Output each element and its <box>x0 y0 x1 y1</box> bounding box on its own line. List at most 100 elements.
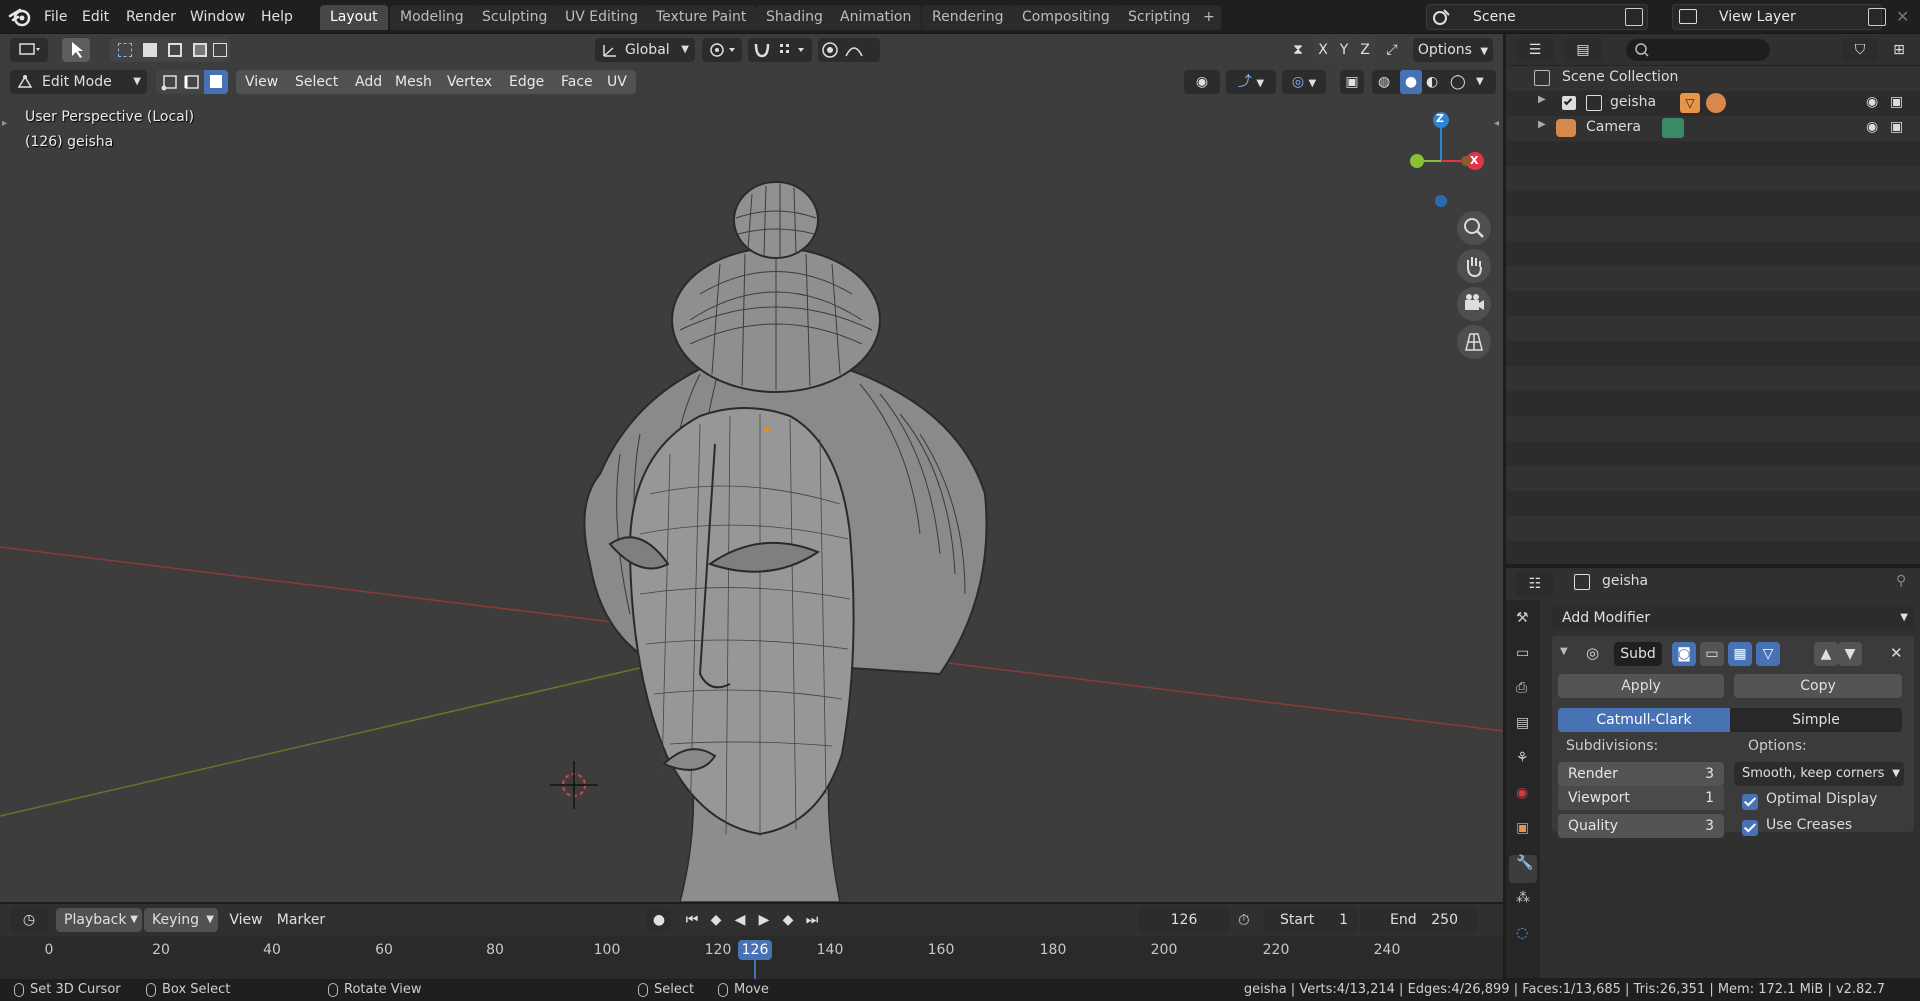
overlays-toggle[interactable]: ◎ ▼ <box>1282 70 1326 94</box>
record-icon[interactable]: ● <box>647 908 671 932</box>
visibility-eye-icon[interactable]: ◉ <box>1866 119 1878 135</box>
exclude-checkbox[interactable] <box>1562 96 1576 110</box>
show-render-icon[interactable]: ▽ <box>1756 642 1780 666</box>
outliner-row-geisha[interactable]: ▶ geisha ▽ ◉ ▣ <box>1506 91 1920 116</box>
expand-arrow-icon[interactable]: ▶ <box>1538 119 1546 130</box>
visibility-dropdown[interactable]: ◉ <box>1184 70 1220 94</box>
menu-face[interactable]: Face <box>552 70 602 94</box>
options-dropdown[interactable]: Options ▼ <box>1413 38 1493 62</box>
simple-button[interactable]: Simple <box>1730 708 1902 732</box>
proportional-editing-controls[interactable] <box>818 38 880 62</box>
expand-arrow-icon[interactable]: ▶ <box>1538 94 1546 105</box>
select-box-subtract-icon[interactable] <box>168 43 182 57</box>
new-scene-icon[interactable] <box>1625 8 1643 26</box>
face-select-icon[interactable] <box>204 70 228 94</box>
render-tab-icon[interactable]: ▭ <box>1509 645 1537 673</box>
copy-button[interactable]: Copy <box>1734 674 1902 698</box>
tab-modeling[interactable]: Modeling <box>390 5 474 30</box>
tab-layout[interactable]: Layout <box>320 5 388 30</box>
select-box-invert-icon[interactable] <box>193 43 207 57</box>
mesh-data-icon[interactable] <box>1706 93 1726 113</box>
tab-texture-paint[interactable]: Texture Paint <box>646 5 757 30</box>
tab-rendering[interactable]: Rendering <box>922 5 1014 30</box>
view-layer-tab-icon[interactable]: ▤ <box>1509 715 1537 743</box>
3d-viewport[interactable]: Z X Global ▼ ⧗ X Y Z ⤢ Options ▼ Edit Mo… <box>0 34 1503 902</box>
move-down-icon[interactable]: ▼ <box>1838 642 1862 666</box>
material-shading-icon[interactable]: ◐ <box>1426 70 1438 94</box>
editor-type-button[interactable] <box>10 38 48 62</box>
mirror-icon[interactable]: ⧗ <box>1286 38 1310 62</box>
rendered-shading-icon[interactable]: ◯ <box>1450 70 1466 94</box>
camera-data-icon[interactable] <box>1662 118 1684 138</box>
jump-start-icon[interactable]: ⏮ <box>680 908 704 932</box>
menu-render[interactable]: Render <box>126 6 176 28</box>
collapse-arrow-icon[interactable]: ▼ <box>1560 646 1568 657</box>
editmode-cage-icon[interactable]: ◙ <box>1672 642 1696 666</box>
tool-tab-icon[interactable]: ⚒ <box>1509 610 1537 638</box>
auto-merge-icon[interactable]: ⤢ <box>1380 38 1404 62</box>
gizmo-z-label[interactable]: Z <box>1436 112 1444 125</box>
modifier-icon[interactable]: ▽ <box>1680 93 1700 113</box>
zoom-icon[interactable] <box>1457 211 1491 245</box>
timeline-marker-menu[interactable]: Marker <box>274 908 328 932</box>
play-icon[interactable]: ▶ <box>752 908 776 932</box>
menu-file[interactable]: File <box>44 6 67 28</box>
world-tab-icon[interactable]: ◉ <box>1509 785 1537 813</box>
tab-sculpting[interactable]: Sculpting <box>472 5 558 30</box>
remove-view-layer-icon[interactable]: ✕ <box>1896 8 1914 26</box>
viewport-levels-field[interactable]: Viewport 1 <box>1558 786 1724 810</box>
toolbar-expand-icon[interactable]: ▸ <box>2 118 7 129</box>
menu-add[interactable]: Add <box>346 70 392 94</box>
shading-mode-buttons[interactable]: ◍ ● ◐ ◯ ▼ <box>1372 70 1496 94</box>
select-tool-button[interactable] <box>62 38 90 62</box>
play-reverse-icon[interactable]: ◀ <box>728 908 752 932</box>
render-levels-field[interactable]: Render 3 <box>1558 762 1724 786</box>
render-camera-icon[interactable]: ▣ <box>1890 119 1903 135</box>
gizmo-toggle[interactable]: ⤴ ▼ <box>1226 70 1276 94</box>
next-keyframe-icon[interactable]: ◆ <box>776 908 800 932</box>
playback-dropdown[interactable]: Playback ▼ <box>56 908 142 932</box>
new-collection-icon[interactable]: ⊞ <box>1886 38 1912 62</box>
outliner-search-input[interactable] <box>1626 39 1770 61</box>
tab-animation[interactable]: Animation <box>830 5 922 30</box>
add-modifier-dropdown[interactable]: Add Modifier ▼ <box>1552 606 1914 630</box>
outliner-row-scene-collection[interactable]: Scene Collection <box>1506 66 1920 91</box>
perspective-toggle-icon[interactable] <box>1457 325 1491 359</box>
tab-scripting[interactable]: Scripting <box>1118 5 1201 30</box>
output-tab-icon[interactable]: ⎙ <box>1509 680 1537 708</box>
tab-compositing[interactable]: Compositing <box>1012 5 1120 30</box>
scene-tab-icon[interactable]: ⚘ <box>1509 750 1537 778</box>
apply-button[interactable]: Apply <box>1558 674 1724 698</box>
tab-uv-editing[interactable]: UV Editing <box>555 5 649 30</box>
outliner-row-camera[interactable]: ▶ Camera ◉ ▣ <box>1506 116 1920 141</box>
mode-dropdown[interactable]: Edit Mode ▼ <box>10 70 147 94</box>
optimal-display-checkbox[interactable] <box>1742 794 1758 810</box>
new-view-layer-icon[interactable] <box>1868 8 1886 26</box>
solid-shading-icon[interactable]: ● <box>1400 70 1422 94</box>
display-mode-dropdown[interactable]: ▤ <box>1564 38 1602 62</box>
keying-dropdown[interactable]: Keying ▼ <box>144 908 218 932</box>
mirror-x-toggle[interactable]: X <box>1313 38 1333 62</box>
snap-controls[interactable] <box>748 38 812 62</box>
jump-end-icon[interactable]: ⏭ <box>800 908 824 932</box>
camera-view-icon[interactable] <box>1457 287 1491 321</box>
outliner-editor-type-button[interactable]: ☰ <box>1516 38 1554 62</box>
menu-window[interactable]: Window <box>190 6 245 28</box>
transform-orientation-dropdown[interactable]: Global ▼ <box>595 38 695 62</box>
gizmo-x-label[interactable]: X <box>1470 154 1478 167</box>
select-box-new-icon[interactable] <box>118 43 132 57</box>
mirror-z-toggle[interactable]: Z <box>1355 38 1375 62</box>
render-camera-icon[interactable]: ▣ <box>1890 94 1903 110</box>
menu-uv[interactable]: UV <box>598 70 636 94</box>
select-mode-buttons[interactable] <box>110 38 230 62</box>
playhead[interactable]: 126 <box>738 940 772 960</box>
show-editmode-icon[interactable]: ▦ <box>1728 642 1752 666</box>
pan-hand-icon[interactable] <box>1457 249 1491 283</box>
start-frame-field[interactable]: Start 1 <box>1264 908 1358 932</box>
timeline-editor-type-button[interactable]: ◷ <box>10 908 48 932</box>
add-workspace-button[interactable]: + <box>1197 5 1221 30</box>
select-mode-toggle[interactable] <box>156 70 228 94</box>
menu-edit[interactable]: Edit <box>82 6 109 28</box>
use-creases-checkbox[interactable] <box>1742 820 1758 836</box>
wireframe-shading-icon[interactable]: ◍ <box>1378 70 1390 94</box>
